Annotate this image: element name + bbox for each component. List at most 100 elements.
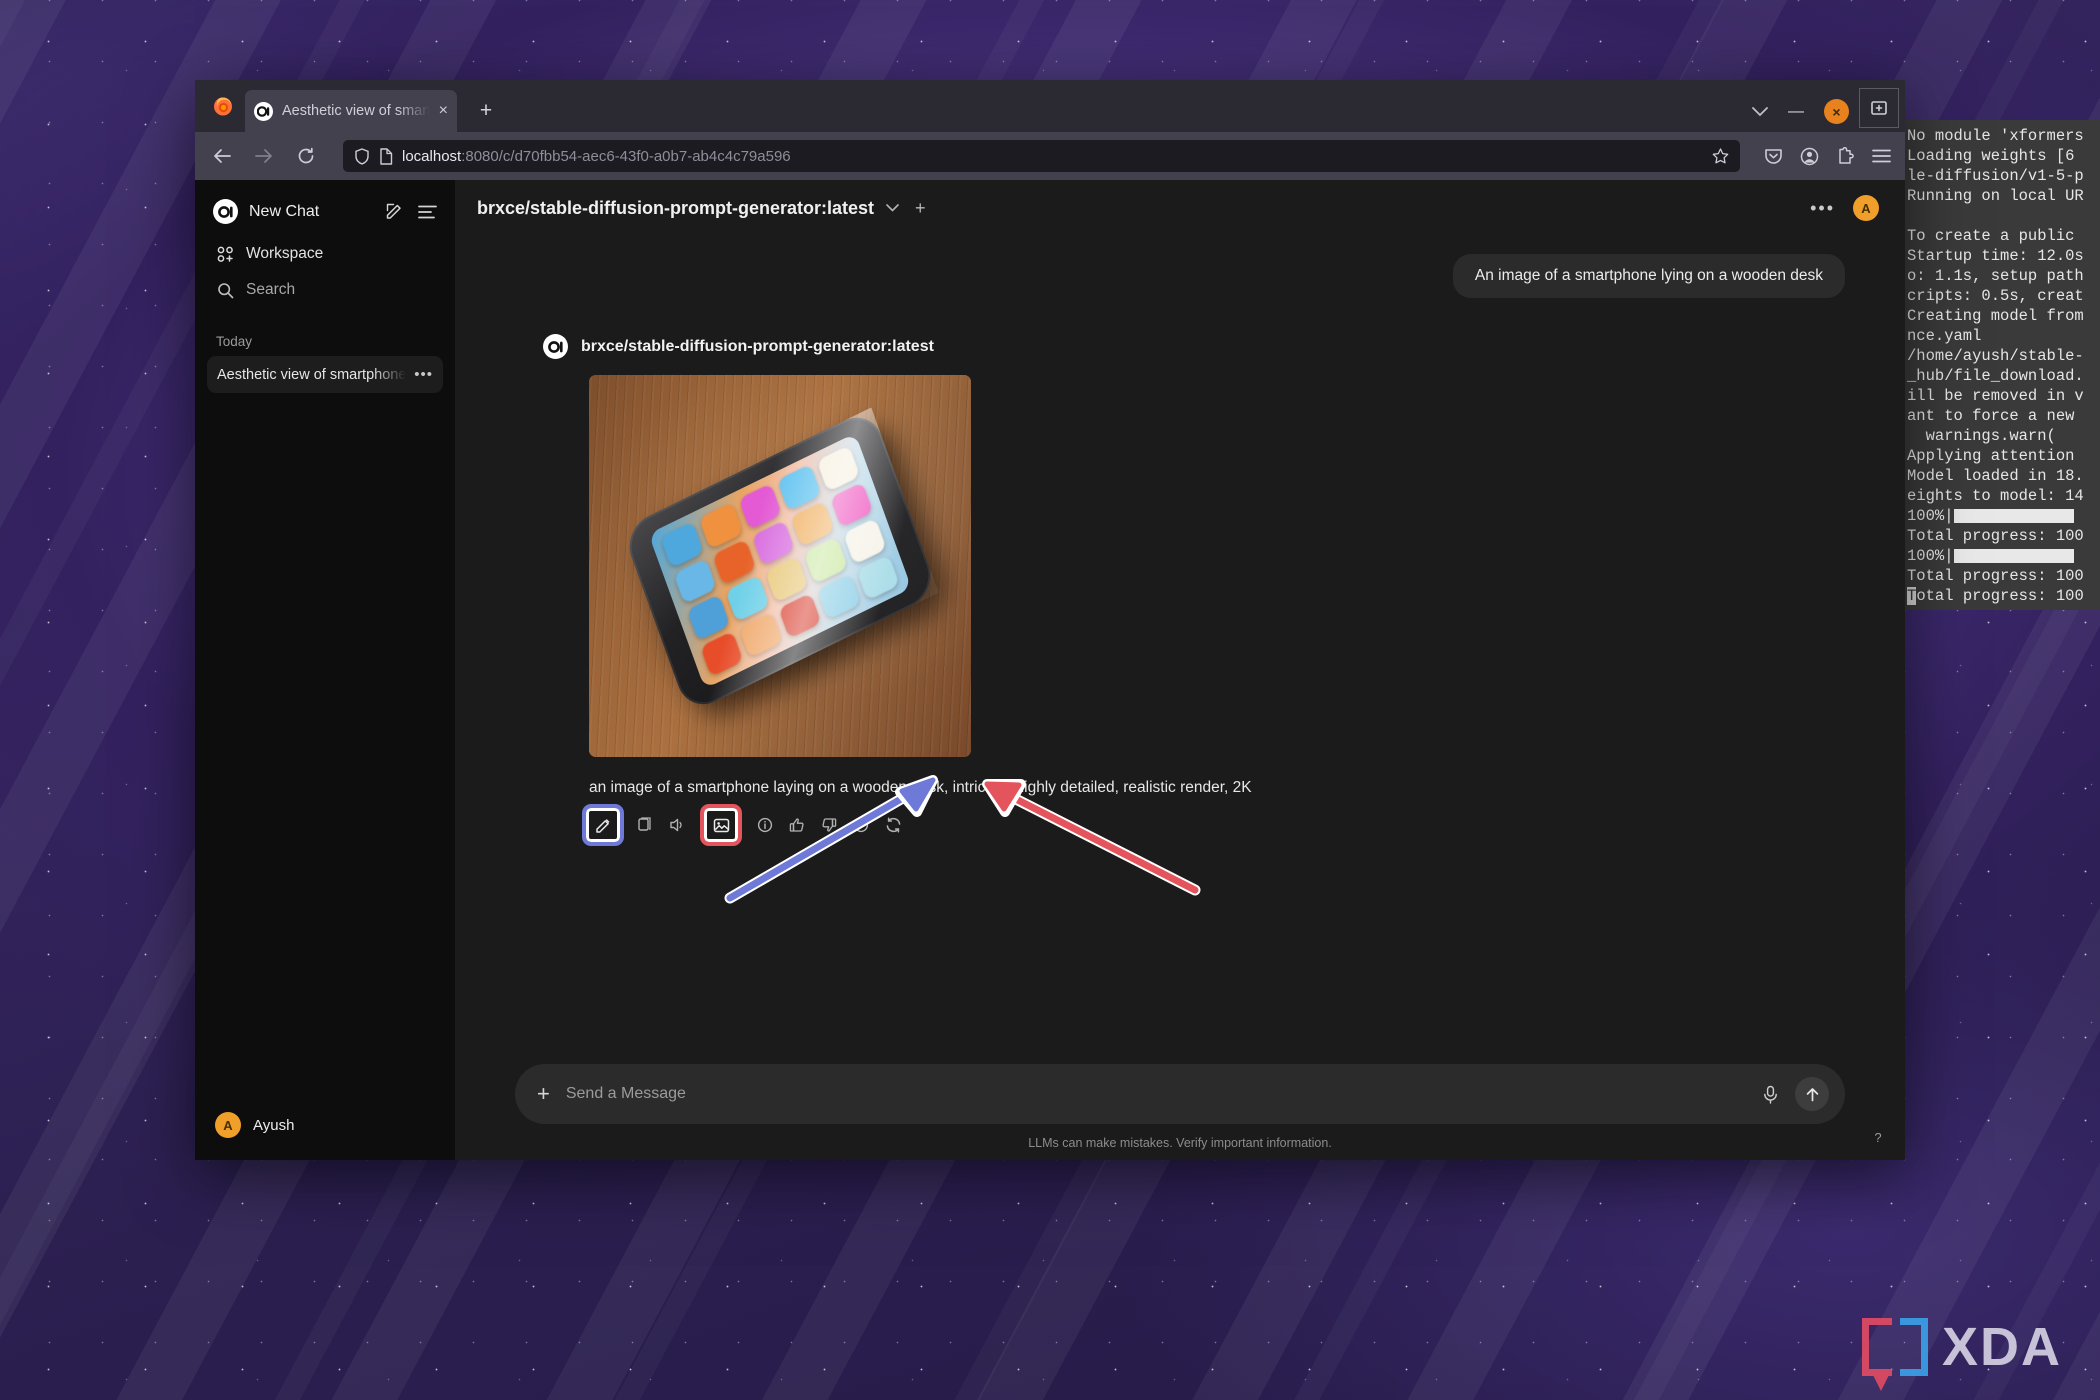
new-tab-button[interactable]: + (467, 92, 505, 130)
attach-icon[interactable]: + (537, 1081, 550, 1107)
help-button[interactable]: ? (1867, 1126, 1889, 1148)
back-button[interactable] (209, 143, 235, 169)
terminal-line: nce.yaml (1907, 327, 1982, 345)
window-snap-icon[interactable] (1859, 88, 1899, 128)
sidebar-item-workspace[interactable]: Workspace (207, 236, 443, 272)
extensions-icon[interactable] (1836, 146, 1855, 166)
open-webui-favicon (254, 101, 273, 121)
browser-tabstrip: Aesthetic view of smartpho × + — × (195, 80, 1905, 132)
chat-options-icon[interactable]: ••• (414, 366, 433, 383)
minimize-button[interactable]: — (1788, 103, 1804, 121)
search-icon (215, 282, 235, 299)
toggle-sidebar-icon[interactable] (418, 205, 437, 219)
browser-tab[interactable]: Aesthetic view of smartpho × (245, 90, 457, 132)
browser-navbar: localhost:8080/c/d70fbb54-aec6-43f0-a0b7… (195, 132, 1905, 180)
terminal-line: _hub/file_download. (1907, 367, 2084, 385)
model-selector-label[interactable]: brxce/stable-diffusion-prompt-generator:… (477, 198, 874, 219)
close-window-button[interactable]: × (1824, 99, 1849, 124)
bookmark-star-icon[interactable] (1712, 148, 1729, 164)
disclaimer-text: LLMs can make mistakes. Verify important… (1028, 1136, 1332, 1150)
sidebar-header: New Chat (207, 194, 443, 224)
open-webui-logo-icon (213, 199, 238, 224)
window-controls: — × (1752, 99, 1859, 132)
menu-icon[interactable] (1872, 149, 1891, 163)
message-action-bar (582, 804, 1845, 846)
browser-window: Aesthetic view of smartpho × + — × (195, 80, 1905, 1160)
terminal-window[interactable]: No module 'xformers Loading weights [6 le-… (1905, 120, 2100, 610)
sidebar-chat-item[interactable]: Aesthetic view of smartphone o ••• (207, 356, 443, 393)
assistant-name: brxce/stable-diffusion-prompt-generator:… (581, 337, 934, 355)
generated-image[interactable] (589, 375, 971, 757)
open-webui-logo-icon (543, 334, 568, 359)
play-circle-icon[interactable] (847, 811, 875, 839)
progress-bar (1953, 508, 2074, 523)
terminal-line: Startup time: 12.0s (1907, 247, 2084, 265)
url-bar[interactable]: localhost:8080/c/d70fbb54-aec6-43f0-a0b7… (343, 140, 1740, 172)
reload-button[interactable] (293, 143, 319, 169)
account-icon[interactable] (1800, 147, 1819, 166)
terminal-line: 100%| (1907, 506, 2100, 526)
terminal-line: Running on local UR (1907, 187, 2084, 205)
sidebar-nav: Workspace Search (207, 236, 443, 308)
terminal-line: /home/ayush/stable- (1907, 347, 2084, 365)
assistant-message-text: an image of a smartphone laying on a woo… (589, 779, 1252, 796)
thumbs-up-icon[interactable] (783, 811, 811, 839)
xda-logo-icon (1861, 1318, 1928, 1391)
message-composer[interactable]: + Send a Message (515, 1064, 1845, 1124)
terminal-line: Model loaded in 18. (1907, 467, 2084, 485)
browser-toolbar-icons (1764, 146, 1891, 166)
compose-icon[interactable] (385, 202, 404, 221)
chevron-down-icon[interactable] (886, 204, 899, 212)
chat-main: brxce/stable-diffusion-prompt-generator:… (455, 180, 1905, 1160)
regenerate-icon[interactable] (879, 811, 907, 839)
sidebar-item-search[interactable]: Search (207, 272, 443, 308)
sidebar-user-name: Ayush (253, 1116, 295, 1134)
terminal-line: ill be removed in v (1907, 387, 2084, 405)
blue-arrow (724, 775, 938, 904)
terminal-line: No module 'xformers (1907, 127, 2084, 145)
url-path: :8080/c/d70fbb54-aec6-43f0-a0b7-ab4c4c79… (461, 147, 791, 165)
url-host: localhost (402, 147, 462, 165)
avatar: A (215, 1112, 241, 1138)
terminal-line: eights to model: 14 (1907, 487, 2084, 505)
xda-watermark-text: XDA (1941, 1317, 2062, 1377)
thumbs-down-icon[interactable] (815, 811, 843, 839)
add-model-icon[interactable]: + (915, 198, 926, 219)
speaker-icon[interactable] (663, 811, 691, 839)
close-icon[interactable]: × (439, 103, 448, 119)
message-input[interactable]: Send a Message (566, 1085, 1746, 1103)
terminal-line: Total progress: 100 (1907, 587, 2084, 605)
sidebar-chat-list: Today Aesthetic view of smartphone o ••• (207, 330, 443, 393)
copy-icon[interactable] (631, 811, 659, 839)
progress-bar (1953, 548, 2074, 563)
edit-icon[interactable] (582, 804, 624, 846)
forward-button[interactable] (251, 143, 277, 169)
chat-menu-icon[interactable]: ••• (1810, 198, 1835, 219)
pocket-icon[interactable] (1764, 147, 1783, 165)
terminal-line: Total progress: 100 (1907, 567, 2084, 585)
chat-header: brxce/stable-diffusion-prompt-generator:… (455, 180, 1905, 236)
composer-area: + Send a Message (455, 1064, 1905, 1124)
info-icon[interactable] (751, 811, 779, 839)
new-chat-label[interactable]: New Chat (249, 203, 319, 221)
image-icon[interactable] (700, 804, 742, 846)
send-button[interactable] (1795, 1077, 1829, 1111)
firefox-logo-icon (201, 80, 245, 132)
app-sidebar: New Chat Workspace Search Today Aestheti… (195, 180, 455, 1160)
sidebar-item-label: Workspace (246, 245, 324, 262)
sidebar-user[interactable]: A Ayush (207, 1098, 443, 1160)
terminal-line: Applying attention (1907, 447, 2075, 465)
terminal-line: Creating model from (1907, 307, 2084, 325)
terminal-line: o: 1.1s, setup path (1907, 267, 2084, 285)
list-all-tabs-icon[interactable] (1752, 106, 1768, 117)
terminal-line: ant to force a new (1907, 407, 2075, 425)
url-text: localhost:8080/c/d70fbb54-aec6-43f0-a0b7… (402, 148, 791, 165)
terminal-line: Total progress: 100 (1907, 527, 2084, 545)
header-avatar[interactable]: A (1853, 195, 1879, 221)
xda-watermark: XDA (1861, 1316, 2062, 1391)
page-icon (379, 147, 393, 165)
sidebar-chat-title: Aesthetic view of smartphone o (217, 366, 407, 383)
browser-tab-title: Aesthetic view of smartpho (282, 103, 430, 119)
mic-icon[interactable] (1762, 1085, 1779, 1104)
